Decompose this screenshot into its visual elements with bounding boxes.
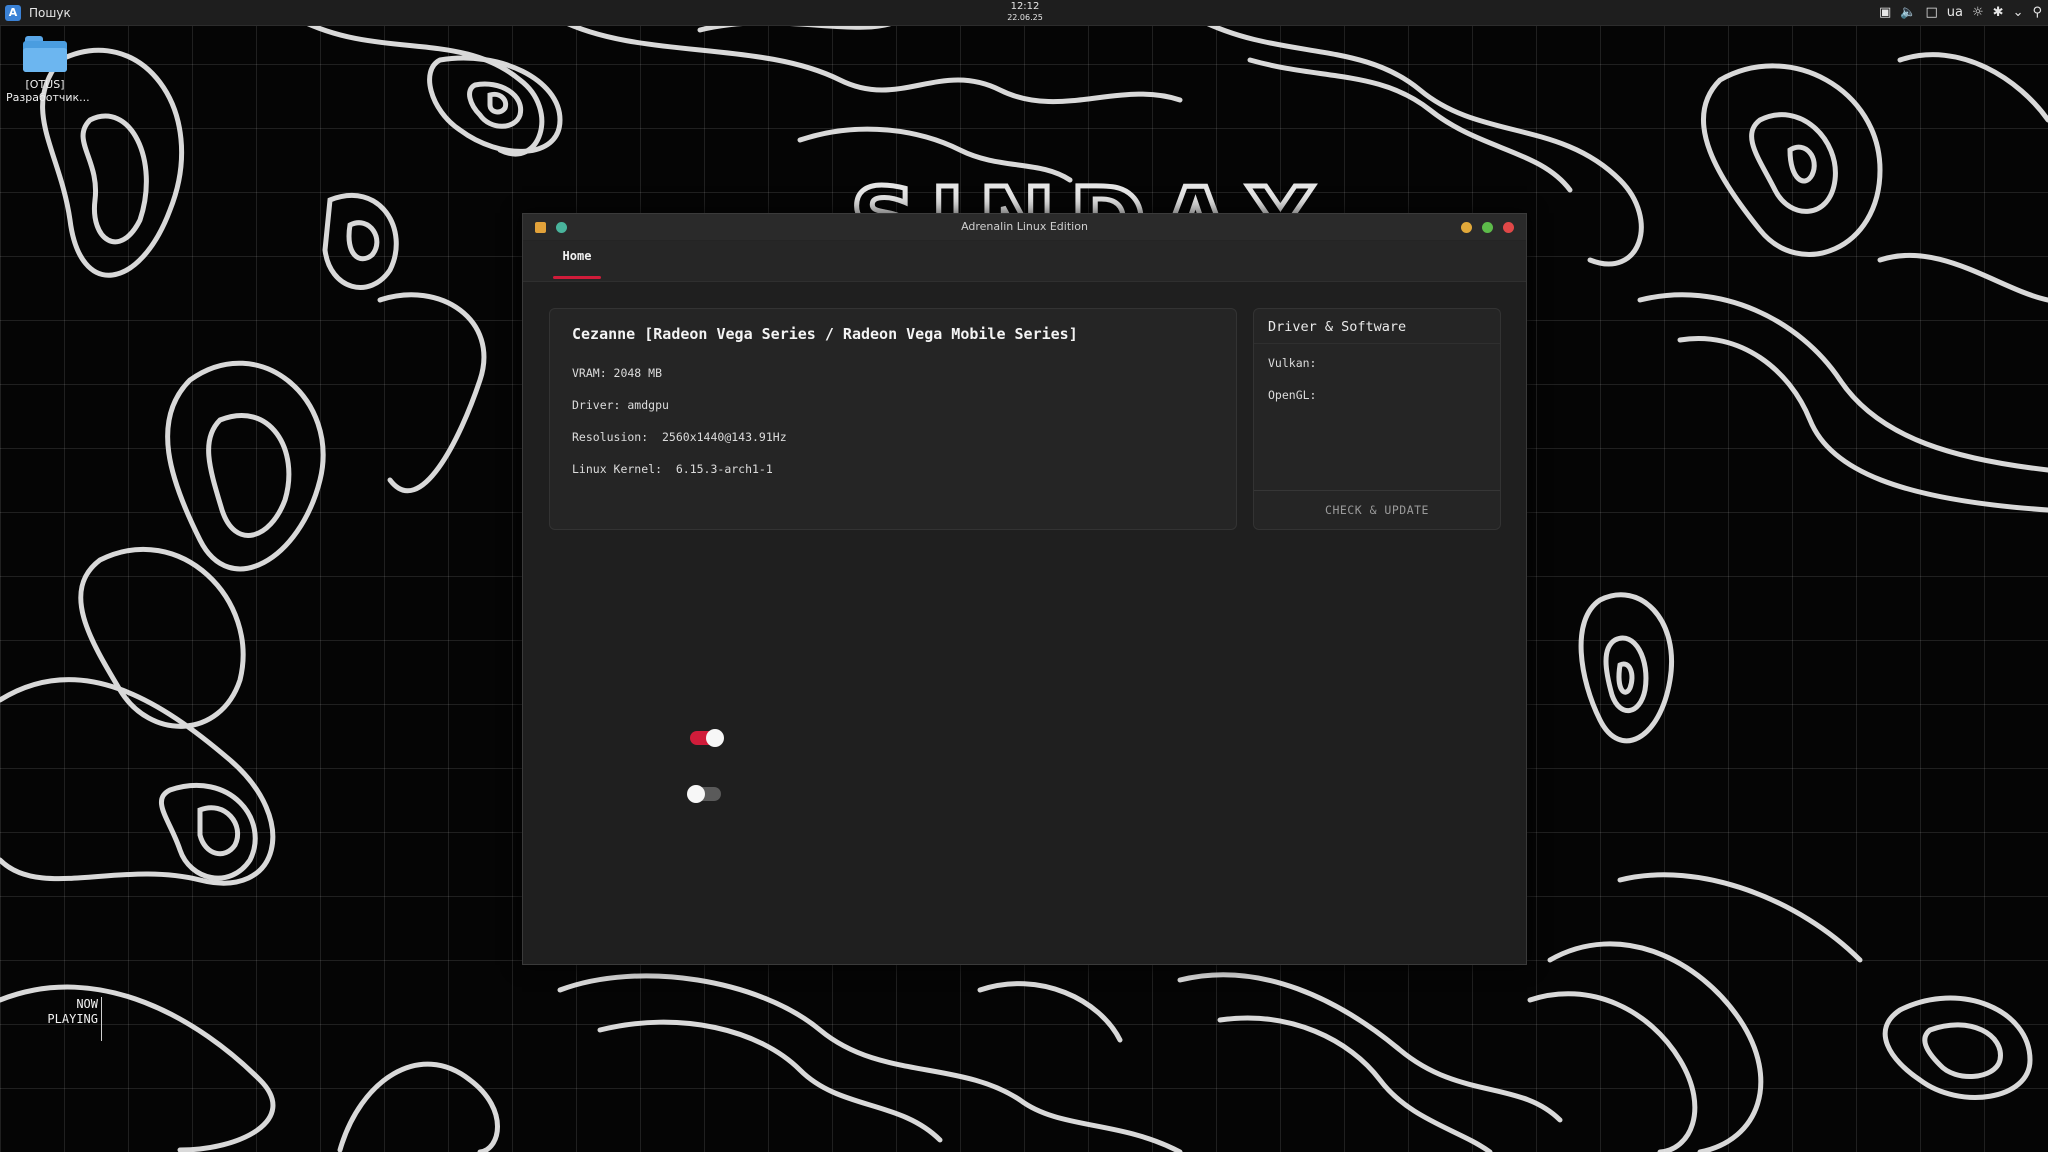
notification-icon[interactable]: □ <box>1925 5 1937 20</box>
now-playing-line2: PLAYING <box>47 1012 98 1026</box>
window-title: Adrenalin Linux Edition <box>961 220 1088 233</box>
gpu-info-card: Cezanne [Radeon Vega Series / Radeon Veg… <box>549 308 1237 530</box>
tab-home-label: Home <box>562 249 592 263</box>
system-tray: ▣ 🔈 □ ua ☼ ✱ ⌄ ⚲ <box>1879 0 2042 25</box>
desktop-folder[interactable]: [OTUS] Разработчик... <box>6 36 90 104</box>
toggle-switch-off[interactable] <box>687 785 721 803</box>
close-button[interactable] <box>1503 222 1514 233</box>
toggle-knob <box>706 729 724 747</box>
discord-icon[interactable]: ▣ <box>1879 5 1891 20</box>
divider <box>1254 343 1500 344</box>
vulkan-label: Vulkan: <box>1268 356 1317 370</box>
clock-date: 22.06.25 <box>1007 13 1043 22</box>
gpu-name: Cezanne [Radeon Vega Series / Radeon Veg… <box>572 325 1078 343</box>
tab-bar: Home <box>523 241 1526 282</box>
kernel-info: Linux Kernel: 6.15.3-arch1-1 <box>572 462 773 476</box>
toggle-switch-on[interactable] <box>690 729 724 747</box>
search-icon[interactable]: ⚲ <box>2032 5 2042 20</box>
driver-info: Driver: amdgpu <box>572 398 669 412</box>
maximize-button[interactable] <box>1482 222 1493 233</box>
active-tab-indicator <box>553 276 601 279</box>
minimize-button[interactable] <box>1461 222 1472 233</box>
opengl-label: OpenGL: <box>1268 388 1317 402</box>
folder-label: [OTUS] Разработчик... <box>6 78 90 104</box>
folder-icon <box>23 36 67 72</box>
brightness-icon[interactable]: ☼ <box>1972 5 1984 20</box>
window-titlebar[interactable]: Adrenalin Linux Edition <box>523 214 1526 241</box>
chevron-down-icon[interactable]: ⌄ <box>2013 5 2024 20</box>
app-launcher-icon[interactable]: A <box>5 4 21 21</box>
app-window: Adrenalin Linux Edition Home Cezanne [Ra… <box>522 213 1527 965</box>
toggle-knob <box>687 785 705 803</box>
driver-software-title: Driver & Software <box>1268 319 1407 335</box>
bluetooth-icon[interactable]: ✱ <box>1993 5 2004 20</box>
keyboard-layout[interactable]: ua <box>1947 5 1963 20</box>
main-content: Cezanne [Radeon Vega Series / Radeon Veg… <box>523 282 1526 965</box>
top-panel: A Пошук 12:12 22.06.25 ▣ 🔈 □ ua ☼ ✱ ⌄ ⚲ <box>0 0 2048 26</box>
resolution-info: Resolusion: 2560x1440@143.91Hz <box>572 430 787 444</box>
now-playing-widget[interactable]: NOW PLAYING <box>40 997 102 1041</box>
search-label[interactable]: Пошук <box>29 6 71 20</box>
check-update-button[interactable]: CHECK & UPDATE <box>1254 490 1500 529</box>
volume-icon[interactable]: 🔈 <box>1900 5 1916 20</box>
driver-software-card: Driver & Software Vulkan: OpenGL: CHECK … <box>1253 308 1501 530</box>
vram-info: VRAM: 2048 MB <box>572 366 663 380</box>
clock-time: 12:12 <box>1010 1 1040 12</box>
now-playing-line1: NOW <box>76 997 98 1011</box>
tab-home[interactable]: Home <box>553 241 601 281</box>
clock[interactable]: 12:12 22.06.25 <box>1000 1 1050 23</box>
